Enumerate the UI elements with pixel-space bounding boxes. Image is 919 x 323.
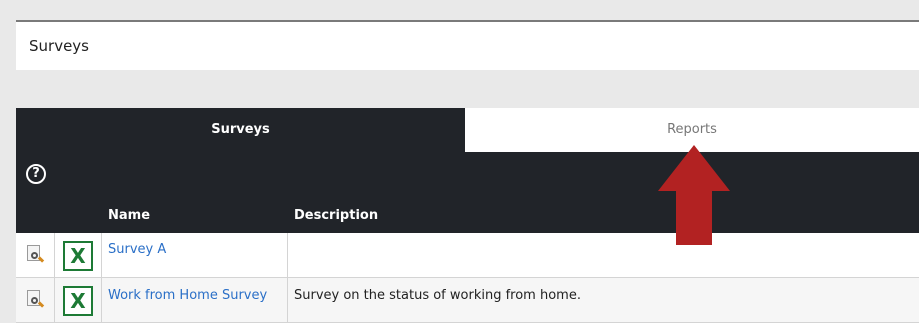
- surveys-table: Name Description X Survey A X Work from …: [16, 200, 919, 323]
- table-row: X Survey A: [16, 233, 919, 278]
- excel-icon[interactable]: X: [63, 286, 93, 316]
- survey-name-link[interactable]: Work from Home Survey: [108, 288, 267, 303]
- table-header: Name Description: [16, 200, 919, 233]
- surveys-panel: Surveys Reports ? Name Description X Sur…: [16, 108, 919, 323]
- survey-name-link[interactable]: Survey A: [108, 242, 166, 257]
- column-header-description[interactable]: Description: [294, 208, 378, 223]
- tab-surveys[interactable]: Surveys: [16, 108, 465, 152]
- table-row: X Work from Home Survey Survey on the st…: [16, 278, 919, 323]
- survey-description: Survey on the status of working from hom…: [294, 288, 581, 303]
- view-document-icon[interactable]: [27, 290, 40, 306]
- arrow-up-annotation: [658, 145, 730, 245]
- excel-icon[interactable]: X: [63, 241, 93, 271]
- help-icon[interactable]: ?: [26, 164, 46, 184]
- column-header-name[interactable]: Name: [108, 208, 150, 223]
- tab-bar: Surveys Reports: [16, 108, 919, 152]
- page-title: Surveys: [29, 37, 89, 55]
- page-header: Surveys: [16, 20, 919, 70]
- view-document-icon[interactable]: [27, 245, 40, 261]
